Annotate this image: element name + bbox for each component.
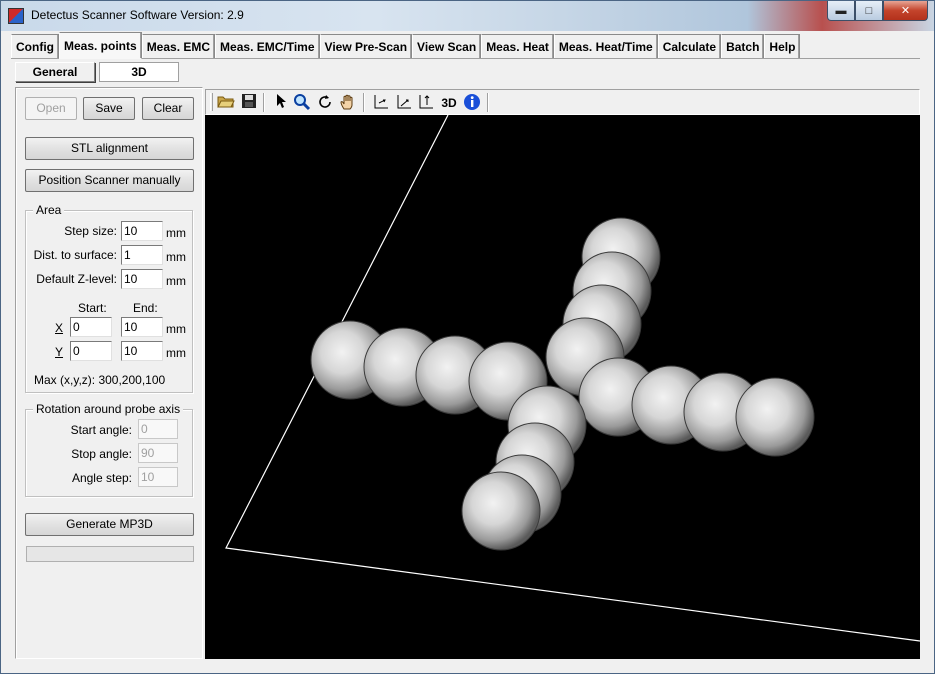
- info-icon[interactable]: [462, 93, 482, 113]
- x-label: X: [55, 321, 64, 335]
- tab-meas-heat-time[interactable]: Meas. Heat/Time: [553, 34, 658, 59]
- stop-angle-input[interactable]: [138, 443, 178, 463]
- open-folder-icon[interactable]: [216, 93, 236, 113]
- tab-view-scan[interactable]: View Scan: [412, 34, 482, 59]
- open-button[interactable]: Open: [25, 97, 77, 120]
- tab-help[interactable]: Help: [764, 34, 801, 59]
- tab-meas-points[interactable]: Meas. points: [59, 32, 142, 59]
- generate-mp3d-button[interactable]: Generate MP3D: [25, 513, 194, 536]
- position-scanner-manually-button[interactable]: Position Scanner manually: [25, 169, 194, 192]
- max-xyz-label: Max (x,y,z): 300,200,100: [34, 373, 166, 387]
- tab-meas-heat[interactable]: Meas. Heat: [481, 34, 554, 59]
- step-size-input[interactable]: [121, 221, 163, 241]
- toolbar-separator: [363, 93, 365, 112]
- close-icon: ✕: [900, 5, 911, 17]
- minimize-icon: ▬: [835, 4, 847, 17]
- subtab-3d[interactable]: 3D: [99, 62, 179, 82]
- toolbar-separator: [487, 93, 489, 112]
- x-end-input[interactable]: [121, 317, 163, 337]
- start-label: Start:: [78, 301, 107, 315]
- rotate-icon[interactable]: [315, 93, 335, 113]
- dist-unit: mm: [166, 250, 186, 264]
- minimize-button[interactable]: ▬: [827, 1, 855, 21]
- clear-button[interactable]: Clear: [142, 97, 194, 120]
- app-window: Detectus Scanner Software Version: 2.9 ▬…: [0, 0, 935, 674]
- app-icon: [8, 8, 24, 24]
- tab-meas-emc[interactable]: Meas. EMC: [141, 34, 216, 59]
- rotation-group-title: Rotation around probe axis: [33, 402, 184, 416]
- x-start-input[interactable]: [70, 317, 112, 337]
- tab-batch[interactable]: Batch: [721, 34, 765, 59]
- y-end-input[interactable]: [121, 341, 163, 361]
- 3d-scene: [225, 115, 920, 642]
- save-disk-icon[interactable]: [239, 93, 259, 113]
- toolbar-separator: [263, 93, 265, 112]
- tab-calculate[interactable]: Calculate: [657, 34, 722, 59]
- 3d-view-icon[interactable]: 3D: [439, 93, 459, 113]
- tab-view-pre-scan[interactable]: View Pre-Scan: [319, 34, 413, 59]
- window-controls: ▬ □ ✕: [827, 1, 928, 21]
- x-unit: mm: [166, 322, 186, 336]
- start-angle-label: Start angle:: [70, 423, 132, 437]
- z-level-unit: mm: [166, 274, 186, 288]
- angle-step-input[interactable]: [138, 467, 178, 487]
- main-tabs: Config Meas. points Meas. EMC Meas. EMC/…: [11, 32, 801, 59]
- y-start-input[interactable]: [70, 341, 112, 361]
- subtab-general[interactable]: General: [15, 62, 95, 82]
- maximize-icon: □: [865, 4, 873, 17]
- toolbar-grip[interactable]: [210, 93, 213, 111]
- sub-tabs: General 3D: [15, 62, 179, 82]
- probe-sphere: [461, 471, 541, 551]
- left-panel: Open Save Clear STL alignment Position S…: [15, 87, 203, 659]
- 3d-viewport[interactable]: [205, 115, 920, 659]
- close-button[interactable]: ✕: [883, 1, 928, 21]
- stop-angle-label: Stop angle:: [71, 447, 132, 461]
- axis-z-icon[interactable]: [416, 93, 436, 113]
- stl-alignment-button[interactable]: STL alignment: [25, 137, 194, 160]
- default-z-level-input[interactable]: [121, 269, 163, 289]
- title-bar: Detectus Scanner Software Version: 2.9 ▬…: [1, 1, 934, 31]
- pan-hand-icon[interactable]: [338, 93, 358, 113]
- axis-x-icon[interactable]: [371, 93, 391, 113]
- tab-meas-emc-time[interactable]: Meas. EMC/Time: [215, 34, 320, 59]
- area-group: Area Step size: mm Dist. to surface: mm …: [25, 203, 193, 393]
- dist-to-surface-input[interactable]: [121, 245, 163, 265]
- dist-to-surface-label: Dist. to surface:: [33, 248, 117, 262]
- tabs-divider: [11, 58, 920, 59]
- probe-spheres: [310, 217, 815, 551]
- default-z-level-label: Default Z-level:: [36, 272, 117, 286]
- start-angle-input[interactable]: [138, 419, 178, 439]
- generate-progress-bar: [26, 546, 194, 562]
- angle-step-label: Angle step:: [71, 471, 132, 485]
- axis-y-icon[interactable]: [394, 93, 414, 113]
- step-size-label: Step size:: [64, 224, 117, 238]
- step-size-unit: mm: [166, 226, 186, 240]
- maximize-button[interactable]: □: [855, 1, 883, 21]
- probe-sphere: [735, 377, 815, 457]
- tab-config[interactable]: Config: [11, 34, 59, 59]
- area-group-title: Area: [33, 203, 65, 217]
- y-unit: mm: [166, 346, 186, 360]
- window-title: Detectus Scanner Software Version: 2.9: [31, 8, 244, 22]
- viewer-toolbar: 3D: [205, 89, 920, 115]
- end-label: End:: [133, 301, 158, 315]
- y-label: Y: [55, 345, 64, 359]
- save-button[interactable]: Save: [83, 97, 135, 120]
- pointer-icon[interactable]: [271, 93, 291, 113]
- rotation-group: Rotation around probe axis Start angle: …: [25, 402, 193, 497]
- zoom-icon[interactable]: [292, 93, 312, 113]
